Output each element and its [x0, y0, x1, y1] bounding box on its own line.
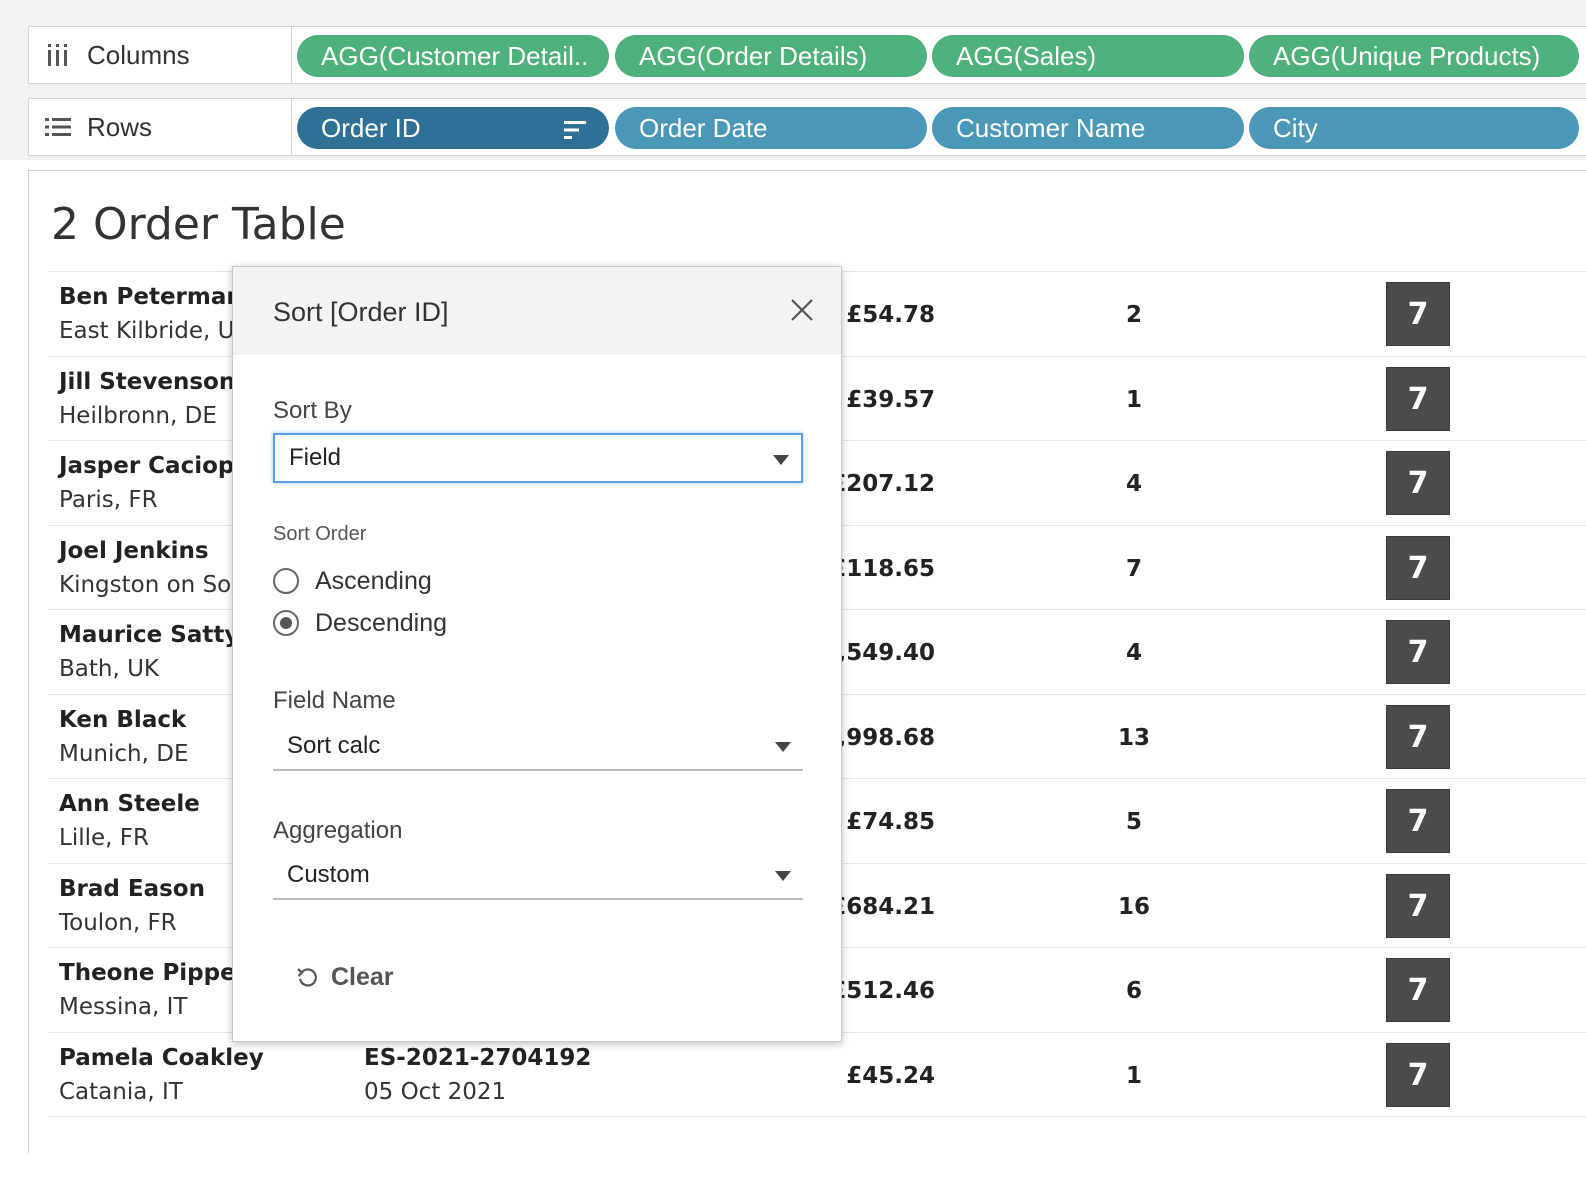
radio-circle-icon [273, 568, 299, 594]
customer-name: Brad Eason [59, 876, 205, 902]
pill-customer-details[interactable]: AGG(Customer Detail.. [297, 35, 609, 77]
sales-value: £118.65 [830, 556, 935, 582]
rows-shelf-label: Rows [29, 99, 292, 155]
order-details-value: 1 [1125, 1063, 1142, 1089]
aggregation-label: Aggregation [273, 817, 403, 844]
customer-location: Bath, UK [59, 656, 160, 682]
order-details-value: 4 [1125, 471, 1142, 497]
customer-location: Toulon, FR [59, 910, 177, 936]
radio-descending[interactable]: Descending [273, 607, 447, 639]
pill-order-details[interactable]: AGG(Order Details) [615, 35, 927, 77]
unique-products-badge: 7 [1386, 1043, 1450, 1107]
table-row[interactable]: Pamela Coakley Catania, IT ES-2021-27041… [49, 1032, 1586, 1117]
close-icon[interactable] [789, 297, 815, 323]
customer-location: Munich, DE [59, 741, 189, 767]
chevron-down-icon [775, 871, 791, 881]
pill-customer-name[interactable]: Customer Name [932, 107, 1244, 149]
table-row-partial [49, 1116, 1586, 1201]
pill-sales[interactable]: AGG(Sales) [932, 35, 1244, 77]
pill-order-id-label: Order ID [321, 112, 421, 143]
order-details-value: 6 [1125, 978, 1142, 1004]
field-name-label: Field Name [273, 687, 396, 714]
customer-name: Ben Peterman [59, 284, 243, 310]
order-details-value: 7 [1125, 556, 1142, 582]
order-details-value: 4 [1125, 640, 1142, 666]
unique-products-badge: 7 [1386, 789, 1450, 853]
shelves-area: Columns AGG(Customer Detail.. AGG(Order … [0, 0, 1586, 160]
sort-by-select[interactable]: Field [273, 433, 803, 483]
sort-dialog: Sort [Order ID] Sort By Field Sort Order… [232, 266, 842, 1042]
sales-value: £512.46 [830, 978, 935, 1004]
customer-location: Messina, IT [59, 994, 188, 1020]
sales-value: £39.57 [846, 387, 935, 413]
order-date: 05 Oct 2021 [364, 1079, 507, 1105]
rows-label: Rows [87, 111, 153, 142]
field-name-value: Sort calc [287, 732, 381, 759]
radio-descending-label: Descending [315, 608, 448, 637]
field-name-select[interactable]: Sort calc [273, 723, 803, 771]
order-details-value: 2 [1125, 302, 1142, 328]
customer-location: Paris, FR [59, 487, 158, 513]
unique-products-badge: 7 [1386, 451, 1450, 515]
sort-by-value: Field [289, 444, 342, 471]
chevron-down-icon [775, 742, 791, 752]
customer-name: Maurice Satty [59, 622, 240, 648]
unique-products-badge: 7 [1386, 620, 1450, 684]
customer-name: Jill Stevenson [59, 369, 236, 395]
order-id: ES-2021-2704192 [364, 1045, 592, 1071]
chevron-down-icon [773, 455, 789, 465]
order-details-value: 13 [1117, 725, 1150, 751]
pill-city[interactable]: City [1249, 107, 1579, 149]
columns-label: Columns [87, 39, 190, 70]
radio-ascending[interactable]: Ascending [273, 565, 432, 597]
order-details-value: 1 [1125, 387, 1142, 413]
pill-order-date[interactable]: Order Date [615, 107, 927, 149]
columns-shelf[interactable]: Columns AGG(Customer Detail.. AGG(Order … [28, 26, 1586, 84]
sales-value: £74.85 [846, 809, 935, 835]
unique-products-badge: 7 [1386, 958, 1450, 1022]
clear-button[interactable]: Clear [295, 963, 394, 992]
unique-products-badge: 7 [1386, 705, 1450, 769]
sales-value: £54.78 [846, 302, 935, 328]
customer-location: Heilbronn, DE [59, 403, 217, 429]
columns-icon [43, 41, 73, 69]
customer-name: Ann Steele [59, 791, 200, 817]
customer-name: Pamela Coakley [59, 1045, 264, 1071]
clear-label: Clear [331, 963, 394, 991]
unique-products-badge: 7 [1386, 367, 1450, 431]
undo-icon [297, 967, 317, 987]
rows-icon [43, 113, 73, 141]
rows-shelf[interactable]: Rows Order ID Order Date Customer Name C… [28, 98, 1586, 156]
unique-products-badge: 7 [1386, 536, 1450, 600]
radio-ascending-label: Ascending [315, 566, 432, 595]
sales-value: £207.12 [830, 471, 935, 497]
sales-value: £684.21 [830, 894, 935, 920]
unique-products-badge: 7 [1386, 874, 1450, 938]
radio-checked-icon [273, 610, 299, 636]
columns-shelf-label: Columns [29, 27, 292, 83]
aggregation-value: Custom [287, 861, 370, 888]
customer-location: Kingston on Soar [59, 572, 255, 598]
customer-name: Ken Black [59, 707, 187, 733]
aggregation-select[interactable]: Custom [273, 852, 803, 900]
pill-order-id[interactable]: Order ID [297, 107, 609, 149]
sort-descending-icon[interactable] [563, 117, 587, 148]
unique-products-badge: 7 [1386, 282, 1450, 346]
order-details-value: 16 [1117, 894, 1150, 920]
sort-dialog-title: Sort [Order ID] [273, 297, 449, 327]
order-details-value: 5 [1125, 809, 1142, 835]
sort-order-label: Sort Order [273, 523, 367, 545]
sort-dialog-header: Sort [Order ID] [233, 267, 841, 355]
customer-location: East Kilbride, U [59, 318, 235, 344]
pill-unique-products[interactable]: AGG(Unique Products) [1249, 35, 1579, 77]
sheet-title: 2 Order Table [51, 199, 346, 250]
sales-value: £45.24 [846, 1063, 935, 1089]
customer-name: Joel Jenkins [59, 538, 209, 564]
customer-location: Lille, FR [59, 825, 149, 851]
sort-by-label: Sort By [273, 397, 352, 424]
customer-location: Catania, IT [59, 1079, 183, 1105]
